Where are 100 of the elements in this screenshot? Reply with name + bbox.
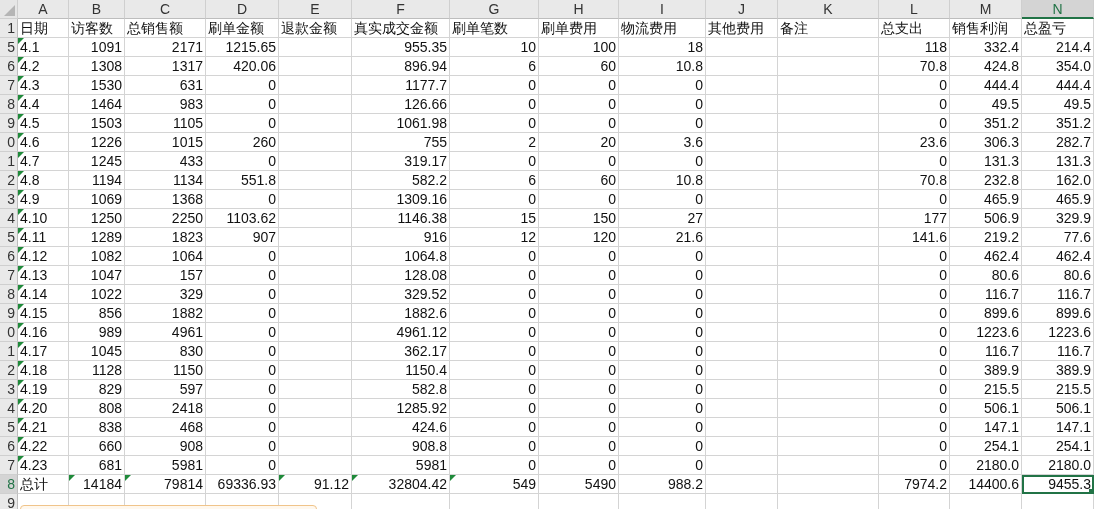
table-cell[interactable]: 60 [539,57,619,76]
table-cell[interactable]: 1285.92 [352,399,450,418]
table-cell[interactable]: 0 [879,361,950,380]
table-cell[interactable]: 4.20 [18,399,69,418]
table-cell[interactable]: 0 [539,76,619,95]
table-cell[interactable]: 0 [879,152,950,171]
table-cell[interactable] [279,152,352,171]
column-header[interactable]: M [950,0,1022,19]
table-cell[interactable] [279,342,352,361]
table-cell[interactable]: 0 [619,361,706,380]
table-cell[interactable] [778,437,879,456]
table-cell[interactable] [279,190,352,209]
table-cell[interactable]: 0 [619,247,706,266]
table-cell[interactable]: 983 [125,95,206,114]
table-cell[interactable]: 1105 [125,114,206,133]
table-cell[interactable]: 0 [619,190,706,209]
table-cell[interactable]: 0 [879,437,950,456]
table-cell[interactable] [706,247,778,266]
table-cell[interactable]: 1464 [69,95,125,114]
table-cell[interactable]: 0 [619,76,706,95]
table-cell[interactable]: 23.6 [879,133,950,152]
table-cell[interactable]: 131.3 [950,152,1022,171]
row-header[interactable]: 2 [0,171,18,190]
table-cell[interactable]: 0 [539,285,619,304]
table-cell[interactable] [778,57,879,76]
row-header[interactable]: 7 [0,456,18,475]
table-cell[interactable]: 0 [450,152,539,171]
table-cell[interactable]: 1215.65 [206,38,279,57]
table-cell[interactable] [778,247,879,266]
table-cell[interactable]: 462.4 [950,247,1022,266]
table-cell[interactable]: 1022 [69,285,125,304]
table-cell[interactable] [706,475,778,494]
column-header[interactable]: D [206,0,279,19]
table-cell[interactable]: 0 [450,304,539,323]
table-cell[interactable]: 0 [539,95,619,114]
table-cell[interactable]: 0 [879,190,950,209]
column-title-cell[interactable]: 备注 [778,19,879,38]
row-header[interactable]: 5 [0,228,18,247]
row-header[interactable]: 9 [0,114,18,133]
table-cell[interactable]: 899.6 [950,304,1022,323]
table-cell[interactable] [706,304,778,323]
table-cell[interactable] [706,285,778,304]
table-cell[interactable]: 444.4 [950,76,1022,95]
table-cell[interactable]: 2418 [125,399,206,418]
column-title-cell[interactable]: 总支出 [879,19,950,38]
table-cell[interactable] [279,399,352,418]
table-cell[interactable]: 0 [206,380,279,399]
table-cell[interactable]: 4.22 [18,437,69,456]
table-cell[interactable]: 0 [206,114,279,133]
table-cell[interactable]: 49.5 [1022,95,1094,114]
column-header[interactable]: F [352,0,450,19]
table-cell[interactable]: 0 [450,247,539,266]
table-cell[interactable] [778,361,879,380]
table-cell[interactable] [279,285,352,304]
row-header[interactable]: 1 [0,342,18,361]
table-cell[interactable]: 0 [539,380,619,399]
table-cell[interactable]: 12 [450,228,539,247]
table-cell[interactable]: 232.8 [950,171,1022,190]
table-cell[interactable] [778,190,879,209]
column-title-cell[interactable]: 物流费用 [619,19,706,38]
table-cell[interactable]: 0 [619,380,706,399]
table-cell[interactable] [706,190,778,209]
table-cell[interactable]: 141.6 [879,228,950,247]
table-cell[interactable] [279,76,352,95]
table-cell[interactable]: 1503 [69,114,125,133]
table-cell[interactable]: 0 [619,456,706,475]
table-cell[interactable]: 1146.38 [352,209,450,228]
table-cell[interactable]: 0 [539,437,619,456]
table-cell[interactable]: 631 [125,76,206,95]
table-cell[interactable]: 1882.6 [352,304,450,323]
table-cell[interactable]: 916 [352,228,450,247]
row-header[interactable]: 4 [0,209,18,228]
table-cell[interactable]: 1128 [69,361,125,380]
table-cell[interactable]: 10.8 [619,57,706,76]
table-cell[interactable]: 681 [69,456,125,475]
column-header[interactable]: L [879,0,950,19]
table-cell[interactable]: 4.3 [18,76,69,95]
table-cell[interactable] [706,437,778,456]
column-title-cell[interactable]: 访客数 [69,19,125,38]
table-cell[interactable]: 907 [206,228,279,247]
table-cell[interactable] [706,456,778,475]
table-cell[interactable] [279,456,352,475]
table-cell[interactable]: 0 [450,361,539,380]
table-cell[interactable]: 70.8 [879,171,950,190]
table-cell[interactable]: 2171 [125,38,206,57]
table-cell[interactable]: 0 [879,114,950,133]
row-header[interactable]: 9 [0,494,18,509]
table-cell[interactable]: 0 [206,342,279,361]
table-cell[interactable]: 14400.6 [950,475,1022,494]
table-cell[interactable]: 1882 [125,304,206,323]
table-cell[interactable]: 4.10 [18,209,69,228]
table-cell[interactable]: 465.9 [1022,190,1094,209]
table-cell[interactable]: 219.2 [950,228,1022,247]
table-cell[interactable]: 0 [206,247,279,266]
table-cell[interactable]: 0 [619,399,706,418]
table-cell[interactable]: 0 [619,152,706,171]
table-cell[interactable]: 1289 [69,228,125,247]
table-cell[interactable]: 5981 [352,456,450,475]
table-cell[interactable]: 351.2 [1022,114,1094,133]
table-cell[interactable]: 0 [450,190,539,209]
